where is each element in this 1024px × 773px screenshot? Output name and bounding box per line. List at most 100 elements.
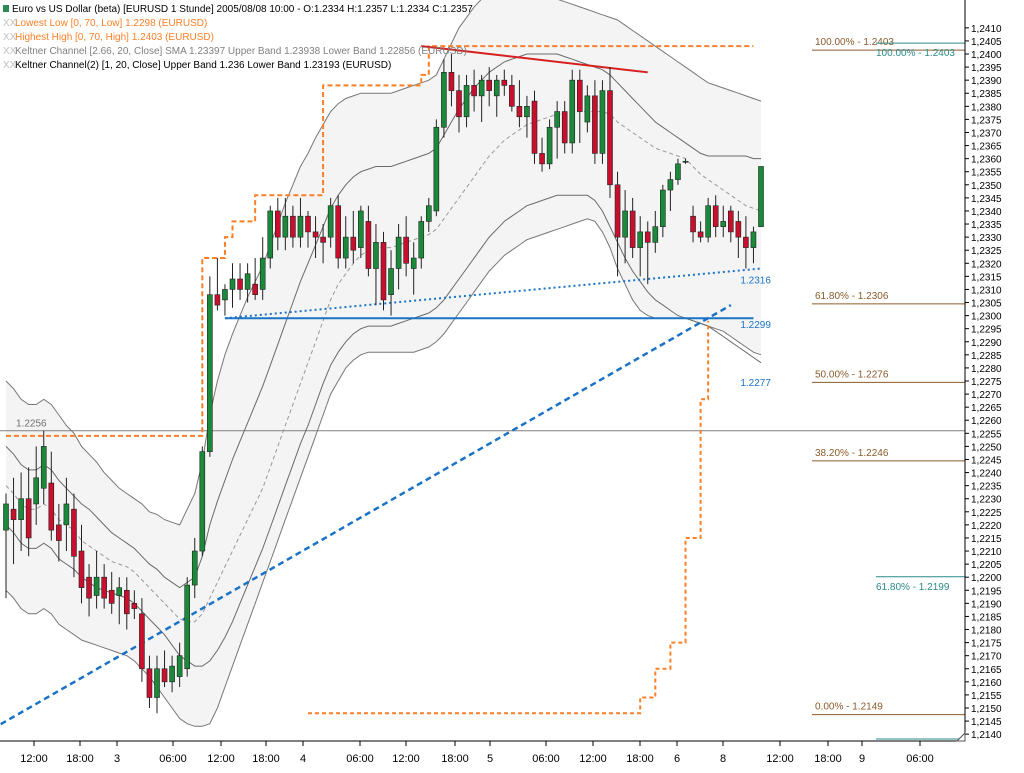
price-label: 1.2316 bbox=[740, 276, 771, 287]
candle-body bbox=[56, 524, 62, 541]
time-axis-label: 18:00 bbox=[66, 753, 94, 765]
candle-body bbox=[720, 221, 727, 227]
time-axis-label: 9 bbox=[859, 753, 865, 765]
chart-canvas[interactable]: 1.2256100.00% - 1.240361.80% - 1.230650.… bbox=[0, 0, 1024, 768]
candle-body bbox=[682, 160, 689, 163]
price-axis-label: 1,2155 bbox=[971, 691, 1002, 702]
price-axis-label: 1,2230 bbox=[971, 495, 1002, 506]
candle-body bbox=[569, 79, 576, 144]
candle-body bbox=[290, 215, 296, 238]
candle-body bbox=[358, 210, 364, 248]
candle-body bbox=[259, 257, 266, 290]
price-chart[interactable]: 1.2256 100.00% - 1.2403 61.80% - 1.2306 50.… bbox=[0, 0, 1024, 768]
candle-body bbox=[644, 231, 651, 243]
price-axis-label: 1,2220 bbox=[971, 521, 1002, 532]
candle-body bbox=[524, 106, 530, 118]
candle-body bbox=[743, 236, 749, 248]
time-axis-label: 6 bbox=[674, 753, 680, 765]
candle-body bbox=[18, 498, 24, 520]
price-axis-label: 1,2245 bbox=[971, 455, 1002, 466]
fib-level-label: 100.00% - 1.2403 bbox=[876, 48, 955, 59]
time-axis-label: 18:00 bbox=[252, 753, 280, 765]
price-axis-label: 1,2185 bbox=[971, 612, 1002, 623]
candle-body bbox=[554, 111, 560, 128]
candle-body bbox=[395, 236, 402, 269]
candle-body bbox=[592, 95, 598, 154]
candle-body bbox=[727, 210, 734, 233]
candle-body bbox=[124, 589, 130, 615]
price-axis-label: 1,2380 bbox=[971, 102, 1002, 113]
candle-body bbox=[101, 576, 107, 599]
candle-body bbox=[758, 166, 764, 227]
candle-body bbox=[146, 668, 153, 698]
price-axis-label: 1,2140 bbox=[971, 730, 1002, 741]
price-axis-label: 1,2240 bbox=[971, 469, 1002, 480]
candle-body bbox=[184, 584, 190, 670]
candle-body bbox=[486, 79, 493, 91]
candle-body bbox=[660, 189, 666, 227]
candle-body bbox=[335, 205, 342, 259]
fib-level-label: 61.80% - 1.2306 bbox=[815, 291, 889, 302]
candle-body bbox=[584, 95, 591, 123]
candle-body bbox=[116, 587, 123, 596]
candle-body bbox=[607, 90, 613, 186]
price-axis-label: 1,2215 bbox=[971, 534, 1002, 545]
candle-body bbox=[267, 210, 274, 259]
candle-body bbox=[380, 242, 387, 301]
price-axis-label: 1,2345 bbox=[971, 194, 1002, 205]
price-axis-label: 1,2265 bbox=[971, 403, 1002, 414]
candle-body bbox=[712, 205, 719, 227]
candle-body bbox=[350, 236, 357, 251]
time-axis-label: 12:00 bbox=[392, 753, 420, 765]
candle-body bbox=[403, 236, 409, 264]
candle-body bbox=[675, 163, 681, 180]
candle-body bbox=[237, 278, 243, 290]
candle-body bbox=[493, 79, 500, 97]
legend-entry: Lowest Low [0, 70, Low] 1.2298 (EURUSD) bbox=[15, 18, 207, 29]
time-axis-label: 8 bbox=[720, 753, 726, 765]
candle bbox=[380, 231, 387, 311]
candle-body bbox=[690, 215, 696, 233]
fib-level-label: 61.80% - 1.2199 bbox=[876, 582, 950, 593]
candle-body bbox=[342, 236, 349, 259]
price-axis-label: 1,2195 bbox=[971, 586, 1002, 597]
candle-body bbox=[154, 668, 160, 698]
price-axis-label: 1,2260 bbox=[971, 416, 1002, 427]
candle bbox=[184, 577, 190, 677]
price-axis-label: 1,2280 bbox=[971, 364, 1002, 375]
price-axis-label: 1,2160 bbox=[971, 678, 1002, 689]
candle-body bbox=[282, 215, 289, 238]
candle-body bbox=[108, 589, 115, 604]
candle bbox=[335, 195, 342, 269]
time-axis-label: 06:00 bbox=[159, 753, 187, 765]
price-axis-label: 1,2305 bbox=[971, 299, 1002, 310]
candle-body bbox=[63, 503, 70, 526]
candle-body bbox=[33, 477, 40, 505]
price-axis-label: 1,2340 bbox=[971, 207, 1002, 218]
time-axis-label: 12:00 bbox=[20, 753, 48, 765]
candle-body bbox=[131, 603, 138, 609]
price-axis-label: 1,2285 bbox=[971, 351, 1002, 362]
price-axis-label: 1,2225 bbox=[971, 508, 1002, 519]
candle-body bbox=[599, 90, 606, 154]
price-axis-label: 1,2170 bbox=[971, 652, 1002, 663]
price-axis-label: 1,2400 bbox=[971, 50, 1002, 61]
price-label: 1.2277 bbox=[740, 378, 771, 389]
price-label: 1.2299 bbox=[740, 320, 771, 331]
candle bbox=[599, 80, 606, 164]
time-axis-label: 06:00 bbox=[906, 753, 934, 765]
candle-body bbox=[252, 283, 258, 295]
price-axis-label: 1,2320 bbox=[971, 259, 1002, 270]
price-axis-label: 1,2370 bbox=[971, 128, 1002, 139]
time-axis-label: 18:00 bbox=[441, 753, 469, 765]
candle-body bbox=[471, 85, 477, 97]
price-axis-label: 1,2355 bbox=[971, 168, 1002, 179]
candle-body bbox=[667, 179, 674, 191]
candle-body bbox=[750, 231, 757, 248]
price-axis-label: 1,2310 bbox=[971, 285, 1002, 296]
candle-body bbox=[614, 184, 621, 238]
candle-body bbox=[191, 550, 198, 586]
candle-body bbox=[365, 221, 372, 269]
candle-body bbox=[176, 655, 183, 677]
candle-body bbox=[312, 231, 319, 238]
